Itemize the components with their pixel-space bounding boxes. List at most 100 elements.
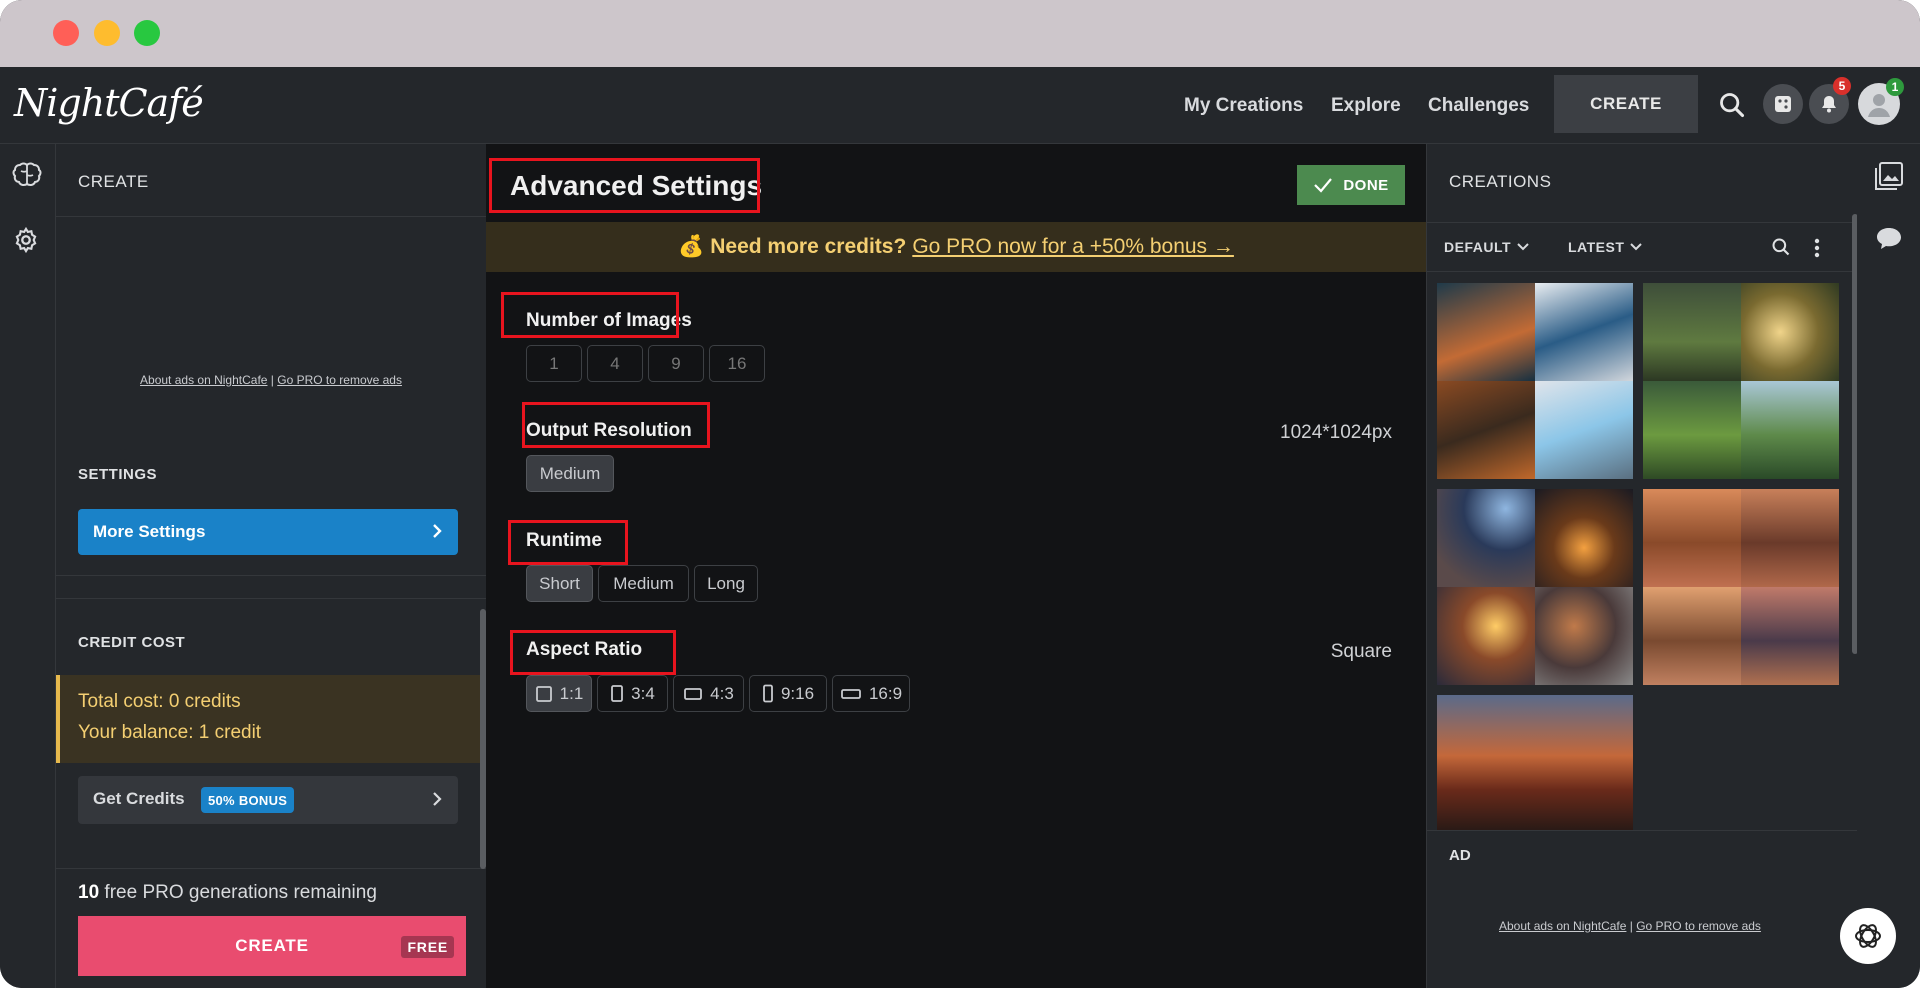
bonus-badge: 50% BONUS [201,787,295,813]
create-button-label: CREATE [235,936,309,955]
top-navbar: NightCafé My Creations Explore Challenge… [0,67,1920,144]
divider [56,598,486,599]
gear-icon[interactable] [12,226,40,259]
check-icon [1314,178,1333,193]
free-generations-label: free PRO generations remaining [99,882,377,903]
nav-challenges[interactable]: Challenges [1428,95,1529,117]
aspect-ratio-value: Square [1330,641,1392,662]
maximize-window-button[interactable] [134,20,160,46]
dice-icon[interactable] [1763,84,1803,124]
create-panel-title: CREATE [78,172,149,191]
search-icon[interactable] [1771,237,1791,262]
aspect-label-4-3: 4:3 [710,683,734,703]
nightcafe-logo[interactable]: NightCafé [14,81,204,125]
advanced-settings-panel: Advanced Settings DONE 💰 Need more credi… [486,144,1426,988]
window-titlebar [0,0,1920,67]
chevron-down-icon [1630,243,1643,251]
about-ads-link[interactable]: About ads on NightCafe [140,373,267,387]
filter-latest-dropdown[interactable]: LATEST [1568,239,1643,255]
nav-create-button[interactable]: CREATE [1554,75,1698,133]
aspect-option-3-4[interactable]: 3:4 [597,675,668,712]
chevron-right-icon [430,789,444,814]
promo-banner: 💰 Need more credits? Go PRO now for a +5… [486,222,1426,272]
divider [56,868,486,869]
highlight-box [510,630,676,675]
more-settings-button[interactable]: More Settings [78,509,458,555]
about-ads-link[interactable]: About ads on NightCafe [1499,919,1626,933]
aspect-option-16-9[interactable]: 16:9 [832,675,910,712]
square-icon [535,685,552,702]
more-options-icon[interactable] [1813,237,1821,264]
close-window-button[interactable] [53,20,79,46]
assistant-icon [1855,924,1881,948]
creations-panel: CREATIONS DEFAULT LATEST AD About ads on… [1426,144,1858,988]
runtime-option-long[interactable]: Long [694,565,758,602]
go-pro-remove-ads-link[interactable]: Go PRO to remove ads [277,373,402,387]
free-generations-count: 10 [78,882,100,903]
assistant-button[interactable] [1840,908,1896,964]
creation-thumbnail[interactable] [1643,489,1839,685]
aspect-label-1-1: 1:1 [559,683,584,703]
ad-separator: | [1626,919,1637,933]
brain-icon[interactable] [12,161,42,194]
filter-latest-label: LATEST [1568,239,1625,255]
ad-separator: | [267,373,278,387]
creation-thumbnail[interactable] [1437,283,1633,479]
chevron-down-icon [1517,243,1529,251]
aspect-label-16-9: 16:9 [868,683,903,703]
ad-links: About ads on NightCafe | Go PRO to remov… [56,373,486,387]
left-icon-rail [0,144,56,988]
num-images-option-9[interactable]: 9 [648,345,704,382]
total-cost-text: Total cost: 0 credits [78,691,241,712]
browser-window: NightCafé My Creations Explore Challenge… [0,0,1920,988]
get-credits-button[interactable]: Get Credits 50% BONUS [78,776,458,824]
landscape-icon [684,687,703,700]
resolution-option-medium[interactable]: Medium [526,455,614,492]
promo-headline: Need more credits? [710,235,907,258]
right-icon-rail [1857,144,1920,988]
gallery-icon[interactable] [1874,161,1904,196]
chat-icon[interactable] [1875,226,1903,257]
done-button[interactable]: DONE [1297,165,1405,205]
money-bag-icon: 💰 [678,235,705,258]
free-tag: FREE [401,936,454,958]
chevron-right-icon [430,521,444,546]
get-credits-label: Get Credits [93,789,185,808]
creation-thumbnail[interactable] [1437,695,1633,830]
free-generations-text: 10 free PRO generations remaining [78,882,377,904]
creation-thumbnail[interactable] [1643,283,1839,479]
notification-badge: 5 [1833,77,1851,95]
search-icon[interactable] [1716,87,1748,123]
create-panel-header: CREATE [56,144,486,217]
creations-filter-bar: DEFAULT LATEST [1427,222,1858,272]
aspect-label-3-4: 3:4 [631,683,655,703]
create-panel: CREATE About ads on NightCafe | Go PRO t… [56,144,486,988]
highlight-box [501,292,679,338]
wide-landscape-icon [841,688,861,699]
filter-default-label: DEFAULT [1444,239,1512,255]
runtime-option-medium[interactable]: Medium [598,565,689,602]
aspect-option-9-16[interactable]: 9:16 [749,675,827,712]
runtime-option-short[interactable]: Short [526,565,593,602]
ad-label: AD [1449,847,1471,864]
go-pro-remove-ads-link[interactable]: Go PRO to remove ads [1636,919,1761,933]
num-images-option-4[interactable]: 4 [587,345,643,382]
creation-thumbnail[interactable] [1437,489,1633,685]
filter-default-dropdown[interactable]: DEFAULT [1444,239,1529,255]
num-images-option-16[interactable]: 16 [709,345,765,382]
minimize-window-button[interactable] [94,20,120,46]
create-button[interactable]: CREATE FREE [78,916,466,976]
settings-title: SETTINGS [78,466,158,483]
balance-text: Your balance: 1 credit [78,722,262,743]
nav-my-creations[interactable]: My Creations [1184,95,1303,117]
tall-portrait-icon [763,684,773,702]
aspect-option-4-3[interactable]: 4:3 [673,675,744,712]
highlight-box [489,158,760,213]
aspect-option-1-1[interactable]: 1:1 [526,675,592,712]
highlight-box [522,402,710,448]
resolution-value: 1024*1024px [1280,422,1392,443]
nav-explore[interactable]: Explore [1331,95,1401,117]
num-images-option-1[interactable]: 1 [526,345,582,382]
done-label: DONE [1343,176,1389,194]
go-pro-link[interactable]: Go PRO now for a +50% bonus → [912,235,1234,259]
